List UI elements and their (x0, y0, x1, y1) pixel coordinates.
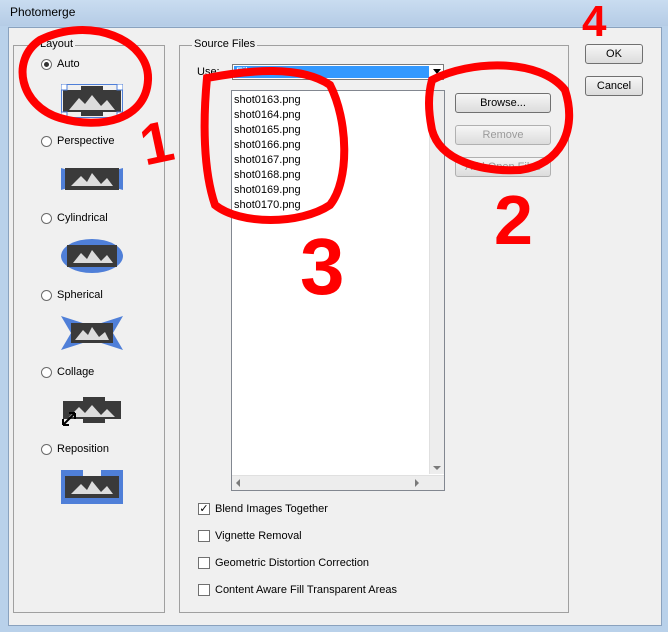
vignette-removal-label: Vignette Removal (215, 530, 302, 542)
content-aware-fill-option[interactable]: Content Aware Fill Transparent Areas (198, 584, 397, 596)
list-item[interactable]: shot0167.png (232, 153, 444, 168)
use-label: Use: (197, 66, 220, 78)
auto-layout-icon (61, 84, 123, 118)
perspective-label: Perspective (57, 135, 115, 147)
use-dropdown-value: Files (234, 66, 429, 78)
file-list-items: shot0163.png shot0164.png shot0165.png s… (232, 91, 444, 213)
list-item[interactable]: shot0170.png (232, 198, 444, 213)
scroll-right-arrow-icon[interactable] (415, 479, 419, 487)
layout-option-cylindrical[interactable]: Cylindrical (41, 212, 108, 224)
add-open-files-button[interactable]: Add Open Files (455, 157, 551, 177)
layout-option-spherical[interactable]: Spherical (41, 289, 103, 301)
perspective-layout-icon (61, 168, 123, 190)
geometric-distortion-checkbox[interactable] (198, 557, 210, 569)
blend-images-label: Blend Images Together (215, 503, 328, 515)
perspective-radio[interactable] (41, 135, 52, 147)
reposition-layout-icon (61, 470, 123, 504)
cancel-button[interactable]: Cancel (585, 76, 643, 96)
photomerge-dialog: Photomerge Layout Auto Perspective Cylin… (0, 0, 668, 632)
use-dropdown[interactable]: Files (232, 64, 444, 80)
blend-images-checkbox[interactable]: ✓ (198, 503, 210, 515)
remove-button[interactable]: Remove (455, 125, 551, 145)
blend-images-option[interactable]: ✓ Blend Images Together (198, 503, 328, 515)
auto-radio[interactable] (41, 58, 52, 70)
ok-button[interactable]: OK (585, 44, 643, 64)
reposition-radio[interactable] (41, 443, 52, 455)
horizontal-scrollbar[interactable] (232, 475, 444, 490)
cylindrical-radio[interactable] (41, 212, 52, 224)
spherical-radio[interactable] (41, 289, 52, 301)
layout-option-collage[interactable]: Collage (41, 366, 94, 378)
collage-radio[interactable] (41, 366, 52, 378)
spherical-label: Spherical (57, 289, 103, 301)
list-item[interactable]: shot0168.png (232, 168, 444, 183)
auto-label: Auto (57, 58, 80, 70)
layout-group-label: Layout (38, 38, 76, 50)
cylindrical-label: Cylindrical (57, 212, 108, 224)
geometric-distortion-label: Geometric Distortion Correction (215, 557, 370, 569)
list-item[interactable]: shot0165.png (232, 123, 444, 138)
dialog-body: Layout Auto Perspective Cylindrical Sphe… (8, 27, 662, 626)
list-item[interactable]: shot0169.png (232, 183, 444, 198)
source-files-group-label: Source Files (192, 38, 258, 50)
vertical-scrollbar[interactable] (429, 91, 444, 474)
list-item[interactable]: shot0166.png (232, 138, 444, 153)
geometric-distortion-option[interactable]: Geometric Distortion Correction (198, 557, 369, 569)
title-bar[interactable]: Photomerge (0, 0, 668, 26)
collage-layout-icon (62, 397, 121, 426)
scroll-left-arrow-icon[interactable] (236, 479, 240, 487)
content-aware-fill-checkbox[interactable] (198, 584, 210, 596)
layout-option-perspective[interactable]: Perspective (41, 135, 114, 147)
scroll-down-arrow-icon[interactable] (433, 466, 441, 470)
reposition-label: Reposition (57, 443, 109, 455)
vignette-removal-checkbox[interactable] (198, 530, 210, 542)
list-item[interactable]: shot0163.png (232, 93, 444, 108)
browse-button[interactable]: Browse... (455, 93, 551, 113)
window-title: Photomerge (10, 5, 76, 19)
list-item[interactable]: shot0164.png (232, 108, 444, 123)
content-aware-fill-label: Content Aware Fill Transparent Areas (215, 584, 398, 596)
spherical-layout-icon (61, 316, 123, 350)
layout-option-reposition[interactable]: Reposition (41, 443, 109, 455)
layout-option-auto[interactable]: Auto (41, 58, 80, 70)
cylindrical-layout-icon (61, 239, 123, 273)
vignette-removal-option[interactable]: Vignette Removal (198, 530, 302, 542)
source-file-list[interactable]: shot0163.png shot0164.png shot0165.png s… (231, 90, 445, 491)
chevron-down-icon[interactable] (433, 69, 441, 74)
collage-label: Collage (57, 366, 95, 378)
